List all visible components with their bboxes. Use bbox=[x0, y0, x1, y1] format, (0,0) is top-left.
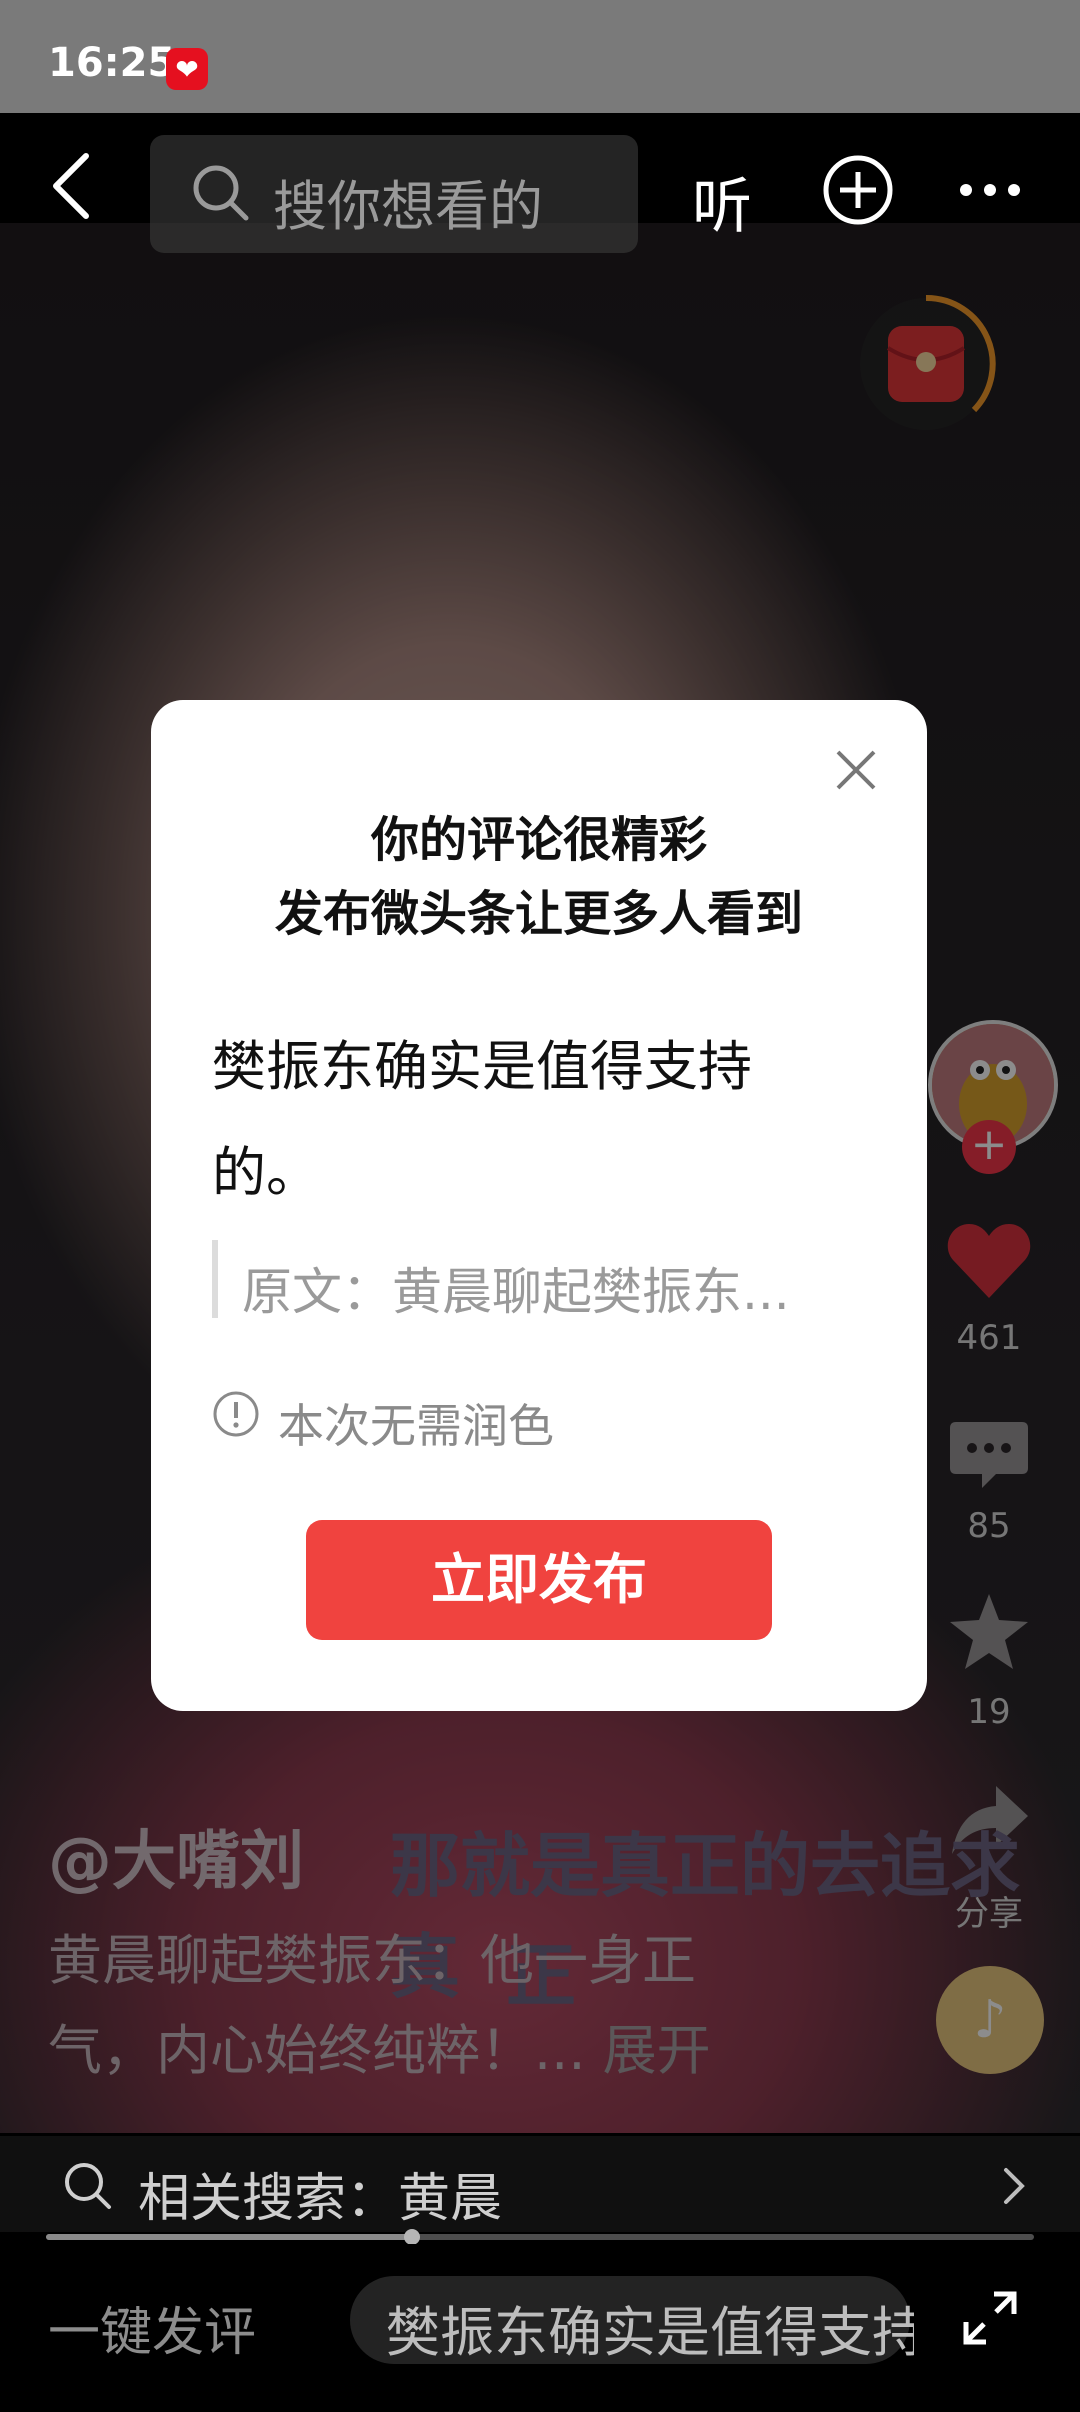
comment-text-line2: 的。 bbox=[212, 1141, 320, 1204]
original-quote: 原文：黄晨聊起樊振东... bbox=[242, 1263, 790, 1321]
back-icon[interactable] bbox=[50, 152, 90, 220]
dialog-title-line1: 你的评论很精彩 bbox=[370, 812, 707, 868]
comment-input-text: 樊振东确实是值得支持 bbox=[386, 2301, 914, 2364]
chevron-right-icon[interactable] bbox=[1000, 2166, 1028, 2206]
search-icon bbox=[193, 165, 249, 221]
status-time: 16:25 bbox=[48, 40, 176, 86]
app-notification-icon: ❤ bbox=[166, 48, 208, 90]
related-search-label[interactable]: 相关搜索：黄晨 bbox=[138, 2156, 502, 2231]
close-icon[interactable] bbox=[834, 748, 878, 792]
info-icon bbox=[213, 1391, 259, 1437]
comment-text-line1: 樊振东确实是值得支持 bbox=[212, 1035, 752, 1098]
more-icon[interactable] bbox=[958, 182, 1022, 198]
listen-button[interactable]: 听 bbox=[692, 158, 752, 245]
add-icon[interactable] bbox=[822, 154, 894, 226]
video-progress-fill bbox=[46, 2234, 412, 2240]
publish-now-button[interactable]: 立即发布 bbox=[306, 1520, 772, 1640]
dialog-title-line2: 发布微头条让更多人看到 bbox=[274, 886, 803, 942]
fullscreen-icon[interactable] bbox=[962, 2290, 1018, 2346]
search-placeholder: 搜你想看的 bbox=[273, 175, 543, 238]
video-progress-handle[interactable] bbox=[403, 2229, 420, 2245]
quote-bar bbox=[212, 1240, 218, 1318]
polish-info-text: 本次无需润色 bbox=[278, 1399, 554, 1453]
one-click-comment-button[interactable]: 一键发评 bbox=[48, 2290, 256, 2365]
related-search-icon bbox=[65, 2163, 111, 2209]
